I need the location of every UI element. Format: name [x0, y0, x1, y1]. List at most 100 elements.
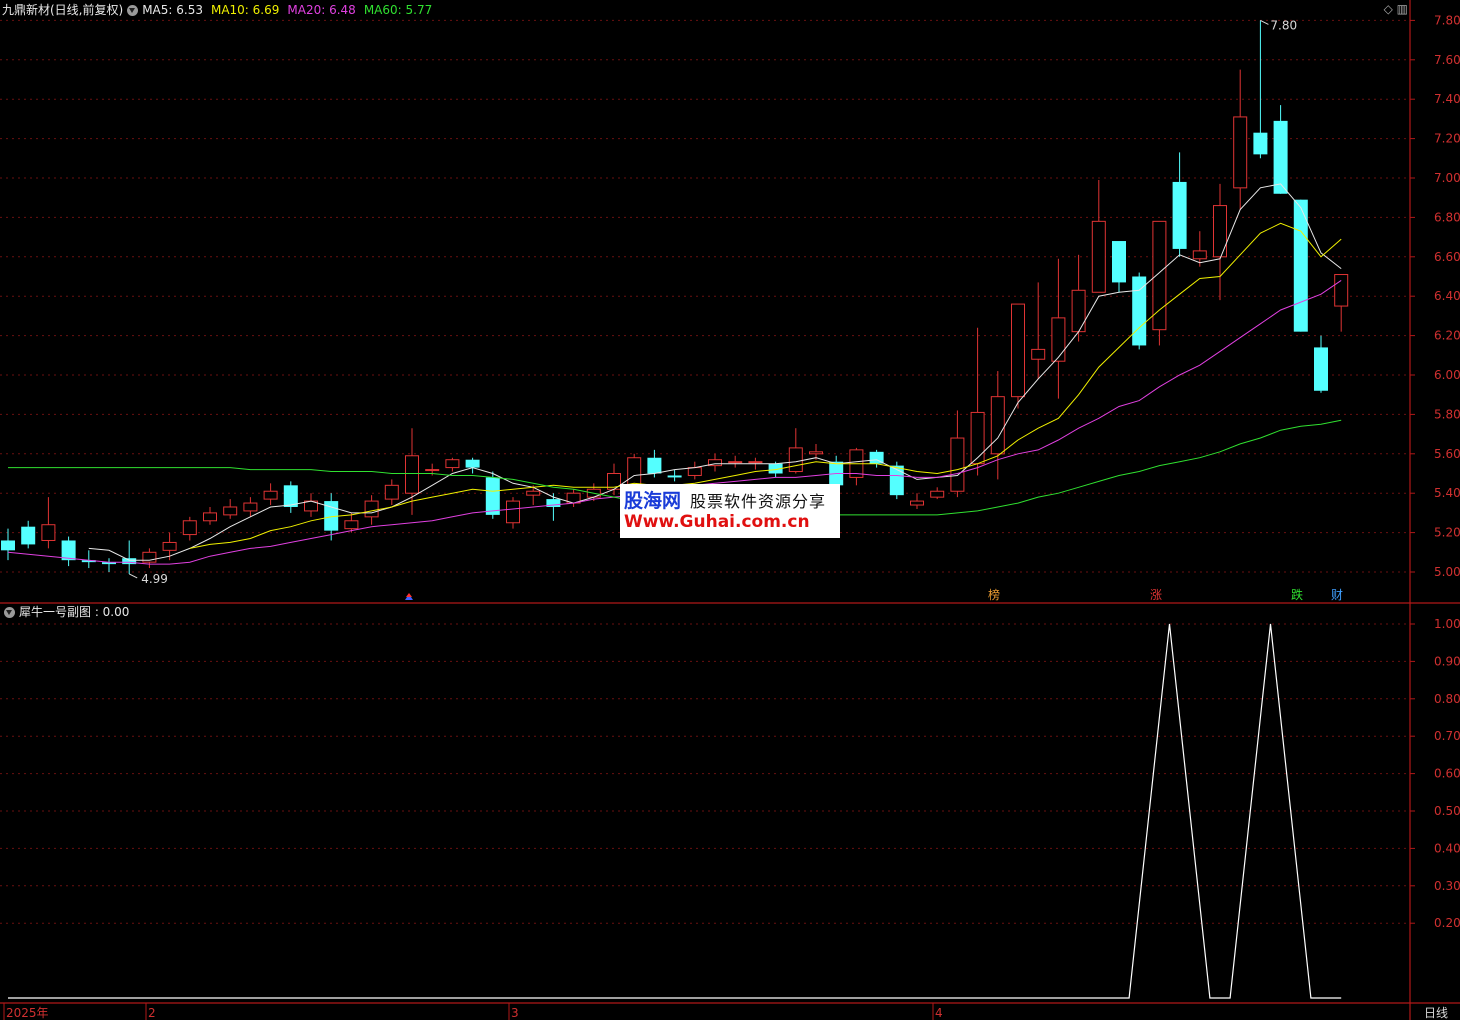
candle-body	[627, 457, 642, 486]
candle-body	[1213, 205, 1227, 258]
candle-body	[41, 524, 56, 541]
candle-body	[182, 520, 197, 536]
y-tick-label: 5.20	[1434, 526, 1460, 540]
candle-body	[728, 461, 743, 464]
y-tick-label: 0.40	[1434, 841, 1460, 855]
candle-body	[243, 502, 258, 512]
y-tick-label: 7.60	[1434, 53, 1460, 67]
candle-body	[1051, 317, 1066, 362]
indicator-title: 犀牛一号副图 : 0.00	[19, 605, 130, 619]
ma20-label: MA20: 6.48	[287, 3, 356, 17]
y-tick-label: 0.20	[1434, 916, 1460, 930]
y-tick-label: 7.40	[1434, 92, 1460, 106]
y-tick-label: 5.60	[1434, 447, 1460, 461]
candle-body	[263, 490, 278, 500]
candle-body	[445, 459, 460, 469]
candle-body	[162, 541, 177, 551]
x-tick-label: 2025年	[6, 1006, 49, 1020]
signal-label: 涨	[1150, 587, 1162, 602]
candle-body	[384, 484, 399, 500]
signal-label: 跌	[1291, 587, 1303, 602]
signal-arrow-icon	[406, 593, 412, 597]
watermark-url: Www.Guhai.com.cn	[624, 512, 810, 532]
watermark-logo: 股海网	[624, 490, 682, 512]
candle-body	[1031, 348, 1046, 360]
dropdown-icon[interactable]	[127, 4, 139, 16]
y-tick-label: 5.80	[1434, 407, 1460, 421]
candle-body	[1011, 303, 1025, 398]
candle-body	[344, 520, 359, 530]
candle-body	[1273, 120, 1288, 194]
candle-body	[364, 500, 379, 518]
y-tick-label: 0.80	[1434, 692, 1460, 706]
stock-title: 九鼎新材(日线,前复权)	[2, 3, 124, 17]
candle-body	[1172, 181, 1187, 249]
signal-label: 榜	[988, 587, 1000, 602]
dropdown-icon[interactable]	[4, 606, 15, 618]
candle-body	[223, 506, 238, 516]
candle-body	[1253, 132, 1268, 155]
candle-body	[465, 459, 480, 468]
candle-body	[970, 411, 985, 465]
candle-body	[1112, 241, 1126, 283]
ma60-label: MA60: 5.77	[363, 3, 433, 17]
candle-body	[21, 526, 36, 545]
y-tick-label: 0.60	[1434, 767, 1460, 781]
main-chart-header: 九鼎新材(日线,前复权) MA5: 6.53 MA10: 6.69 MA20: …	[0, 1, 440, 19]
y-tick-label: 0.30	[1434, 879, 1460, 893]
candle-body	[1132, 276, 1147, 346]
candle-body	[687, 467, 702, 476]
candle-body	[1, 540, 15, 551]
chart-toolbar-icons[interactable]: ◇ ▥	[1384, 2, 1408, 16]
candle-body	[788, 447, 803, 473]
candle-body	[809, 451, 823, 455]
y-tick-label: 6.40	[1434, 289, 1460, 303]
candle-body	[930, 490, 945, 498]
candle-body	[122, 558, 137, 565]
watermark-slogan: 股票软件资源分享	[690, 492, 827, 511]
x-tick-label: 4	[935, 1006, 943, 1020]
y-tick-label: 0.90	[1434, 654, 1460, 668]
y-tick-label: 6.80	[1434, 210, 1460, 224]
candle-body	[910, 500, 924, 506]
candle-body	[485, 477, 500, 515]
y-tick-label: 5.00	[1434, 565, 1460, 579]
y-tick-label: 0.70	[1434, 729, 1460, 743]
signal-label: 财	[1331, 588, 1343, 602]
candle-body	[405, 455, 419, 494]
candle-body	[667, 475, 682, 478]
low-price-label: 4.99	[141, 572, 168, 586]
candle-body	[990, 396, 1005, 455]
candle-body	[647, 457, 662, 474]
ma5-label: MA5: 6.53	[142, 3, 203, 17]
candle-body	[748, 461, 763, 464]
y-tick-label: 0.50	[1434, 804, 1460, 818]
candle-body	[1071, 289, 1086, 333]
y-tick-label: 6.60	[1434, 250, 1460, 264]
high-price-label: 7.80	[1270, 18, 1297, 32]
y-tick-label: 7.00	[1434, 171, 1460, 185]
y-tick-label: 7.20	[1434, 132, 1460, 146]
candle-body	[1091, 220, 1106, 293]
watermark-banner: 股海网 股票软件资源分享 Www.Guhai.com.cn	[620, 484, 840, 538]
y-tick-label: 5.40	[1434, 486, 1460, 500]
x-tick-label: 3	[511, 1006, 519, 1020]
y-tick-label: 6.20	[1434, 329, 1460, 343]
high-marker-arrow	[1260, 19, 1269, 25]
candle-body	[506, 500, 520, 524]
candle-body	[1334, 274, 1349, 307]
candle-body	[203, 512, 217, 522]
candle-body	[1192, 250, 1207, 260]
ma10-label: MA10: 6.69	[210, 3, 280, 17]
candle-body	[526, 490, 541, 496]
x-tick-label: 2	[148, 1006, 156, 1020]
low-marker-arrow	[128, 573, 138, 579]
y-tick-label: 6.00	[1434, 368, 1460, 382]
candle-body	[1314, 347, 1328, 391]
sub-chart-header: 犀牛一号副图 : 0.00	[0, 603, 129, 621]
candle-body	[425, 469, 440, 472]
y-tick-label: 7.80	[1434, 13, 1460, 27]
period-label: 日线	[1424, 1006, 1448, 1020]
y-tick-label: 1.00	[1434, 617, 1460, 631]
candle-body	[1233, 116, 1248, 189]
